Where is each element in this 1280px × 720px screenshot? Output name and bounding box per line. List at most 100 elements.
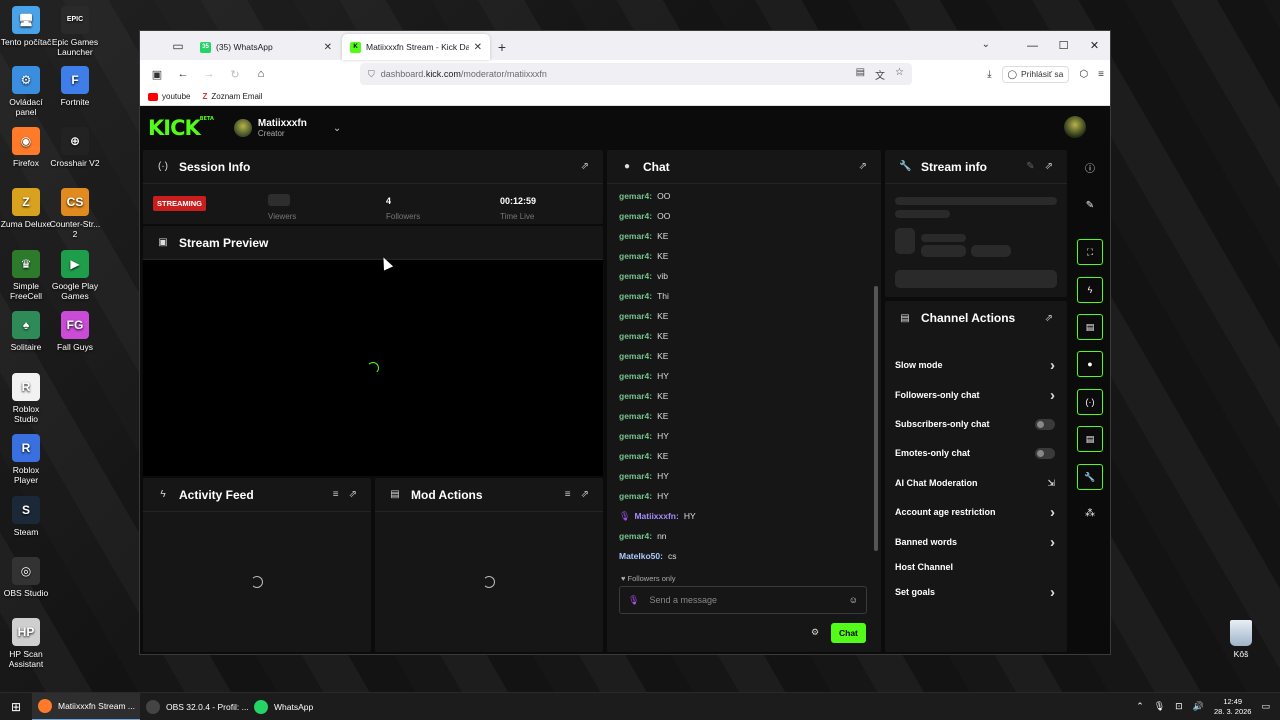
channel-action-item[interactable]: Subscribers-only chat xyxy=(895,414,1055,434)
channel-action-item[interactable]: Followers-only chat › xyxy=(895,385,1055,405)
toggle-switch[interactable] xyxy=(1035,447,1055,459)
chat-message[interactable]: gemar4: KE xyxy=(619,326,869,346)
chat-username[interactable]: gemar4: xyxy=(619,331,652,341)
desktop-icon[interactable]: Z Zuma Deluxe xyxy=(0,188,52,229)
chat-username[interactable]: gemar4: xyxy=(619,451,652,461)
chat-username[interactable]: gemar4: xyxy=(619,351,652,361)
desktop-icon[interactable]: HP HP Scan Assistant xyxy=(0,618,52,669)
desktop-icon[interactable]: ◉ Firefox xyxy=(0,127,52,168)
chat-message[interactable]: Matelko50: cs xyxy=(619,546,869,566)
chat-username[interactable]: gemar4: xyxy=(619,231,652,241)
desktop-icon[interactable]: FG Fall Guys xyxy=(49,311,101,352)
minimize-icon[interactable]: — xyxy=(1017,31,1048,60)
sidebar-icon[interactable]: ▣ xyxy=(146,63,168,85)
chat-username[interactable]: gemar4: xyxy=(619,311,652,321)
chat-username[interactable]: gemar4: xyxy=(619,491,652,501)
popout-icon[interactable]: ⇗ xyxy=(859,161,867,172)
menu-icon[interactable]: ≡ xyxy=(1098,69,1104,80)
channel-action-item[interactable]: Emotes-only chat xyxy=(895,443,1055,463)
volume-icon[interactable]: 🔊 xyxy=(1193,701,1204,712)
translate-icon[interactable]: 文 xyxy=(875,67,885,82)
chat-message[interactable]: gemar4: HY xyxy=(619,426,869,446)
back-icon[interactable]: ← xyxy=(172,63,194,85)
chat-message[interactable]: 🎙 Matiixxxfn: HY xyxy=(619,506,869,526)
tab-list-icon[interactable]: ▭ xyxy=(164,31,192,60)
desktop-icon[interactable]: ⊕ Crosshair V2 xyxy=(49,127,101,168)
reload-icon[interactable]: ↻ xyxy=(224,63,246,85)
popout-icon[interactable]: ⇗ xyxy=(581,489,589,500)
edit-icon[interactable]: ✎ xyxy=(1026,161,1034,172)
chat-username[interactable]: gemar4: xyxy=(619,411,652,421)
channel-action-item[interactable]: AI Chat Moderation ⇲ xyxy=(895,473,1055,493)
chat-message[interactable]: gemar4: KE xyxy=(619,346,869,366)
chat-message[interactable]: gemar4: OO xyxy=(619,206,869,226)
chat-message[interactable]: gemar4: OO xyxy=(619,186,869,206)
document-icon[interactable]: ▤ xyxy=(1077,314,1103,340)
chat-username[interactable]: gemar4: xyxy=(619,471,652,481)
taskbar-item[interactable]: WhatsApp xyxy=(248,693,356,720)
chevron-up-icon[interactable]: ⌃ xyxy=(1136,701,1144,712)
chat-input[interactable]: 🎙 Send a message ☺ xyxy=(619,586,867,614)
desktop-icon[interactable]: ♛ Simple FreeCell xyxy=(0,250,52,301)
chat-message[interactable]: gemar4: KE xyxy=(619,226,869,246)
new-tab-icon[interactable]: + xyxy=(492,34,512,60)
bookmark-zoznam[interactable]: Z Zoznam Email xyxy=(202,92,262,101)
send-chat-button[interactable]: Chat xyxy=(831,623,866,643)
desktop-icon[interactable]: ▶ Google Play Games xyxy=(49,250,101,301)
tab-kick-dashboard[interactable]: K Matiixxxfn Stream - Kick Dashbo ✕ xyxy=(342,34,490,60)
chat-message[interactable]: gemar4: KE xyxy=(619,406,869,426)
desktop-icon[interactable]: ♠ Solitaire xyxy=(0,311,52,352)
site-info-icon[interactable]: ⛉ xyxy=(368,69,375,80)
chat-message[interactable]: gemar4: vib xyxy=(619,266,869,286)
chat-message[interactable]: gemar4: HY xyxy=(619,466,869,486)
forward-icon[interactable]: → xyxy=(198,63,220,85)
chevron-down-icon[interactable]: ⌄ xyxy=(982,39,990,50)
actions-icon[interactable]: ▤ xyxy=(1077,426,1103,452)
chat-username[interactable]: gemar4: xyxy=(619,371,652,381)
reader-view-icon[interactable]: ▤ xyxy=(856,67,865,82)
lightning-icon[interactable]: ϟ xyxy=(1077,277,1103,303)
close-tab-icon[interactable]: ✕ xyxy=(324,42,332,53)
microphone-icon[interactable]: 🎙 xyxy=(1154,701,1165,712)
user-avatar[interactable] xyxy=(1064,116,1086,138)
desktop-icon[interactable]: S Steam xyxy=(0,496,52,537)
emoji-icon[interactable]: ☺ xyxy=(849,595,858,605)
filter-icon[interactable]: ≡ xyxy=(333,489,339,500)
wrench-icon[interactable]: 🔧 xyxy=(1077,464,1103,490)
broadcast-icon[interactable]: (·) xyxy=(1077,389,1103,415)
widgets-icon[interactable]: ⁂ xyxy=(1077,500,1103,526)
bookmark-star-icon[interactable]: ☆ xyxy=(895,67,904,82)
chat-message[interactable]: gemar4: Thi xyxy=(619,286,869,306)
desktop-icon[interactable]: F Fortnite xyxy=(49,66,101,107)
taskbar-item[interactable]: OBS 32.0.4 - Profil: ... xyxy=(140,693,248,720)
desktop-icon[interactable]: ◎ OBS Studio xyxy=(0,557,52,598)
close-tab-icon[interactable]: ✕ xyxy=(474,42,482,53)
toggle-switch[interactable] xyxy=(1035,418,1055,430)
chat-username[interactable]: gemar4: xyxy=(619,531,652,541)
filter-icon[interactable]: ≡ xyxy=(565,489,571,500)
chat-username[interactable]: gemar4: xyxy=(619,391,652,401)
clock[interactable]: 12:49 28. 3. 2026 xyxy=(1214,697,1252,717)
chat-scrollbar[interactable] xyxy=(874,186,878,556)
taskbar-item[interactable]: Matiixxxfn Stream ... xyxy=(32,692,140,720)
extensions-icon[interactable]: ⬡ xyxy=(1079,69,1088,80)
channel-action-item[interactable]: Host Channel xyxy=(895,557,1055,577)
info-icon[interactable]: ⓘ xyxy=(1077,154,1103,180)
chat-message[interactable]: gemar4: KE xyxy=(619,246,869,266)
desktop-icon[interactable]: R Roblox Studio xyxy=(0,373,52,424)
windows-start-icon[interactable]: ⊞ xyxy=(0,693,32,720)
chat-username[interactable]: gemar4: xyxy=(619,191,652,201)
chevron-down-icon[interactable]: ⌄ xyxy=(333,123,341,134)
chat-message[interactable]: gemar4: nn xyxy=(619,526,869,546)
chat-message[interactable]: gemar4: KE xyxy=(619,306,869,326)
kick-logo[interactable]: KICKBETA xyxy=(148,116,214,140)
channel-action-item[interactable]: Banned words › xyxy=(895,532,1055,552)
maximize-icon[interactable]: ☐ xyxy=(1048,31,1079,60)
chat-message[interactable]: gemar4: KE xyxy=(619,386,869,406)
notification-icon[interactable]: ▭ xyxy=(1261,701,1270,712)
popout-icon[interactable]: ⇗ xyxy=(1045,313,1053,324)
download-icon[interactable]: ⤓ xyxy=(987,69,991,80)
desktop-icon[interactable]: ⚙ Ovládací panel xyxy=(0,66,52,117)
chat-bubble-icon[interactable]: ● xyxy=(1077,351,1103,377)
chat-username[interactable]: gemar4: xyxy=(619,291,652,301)
